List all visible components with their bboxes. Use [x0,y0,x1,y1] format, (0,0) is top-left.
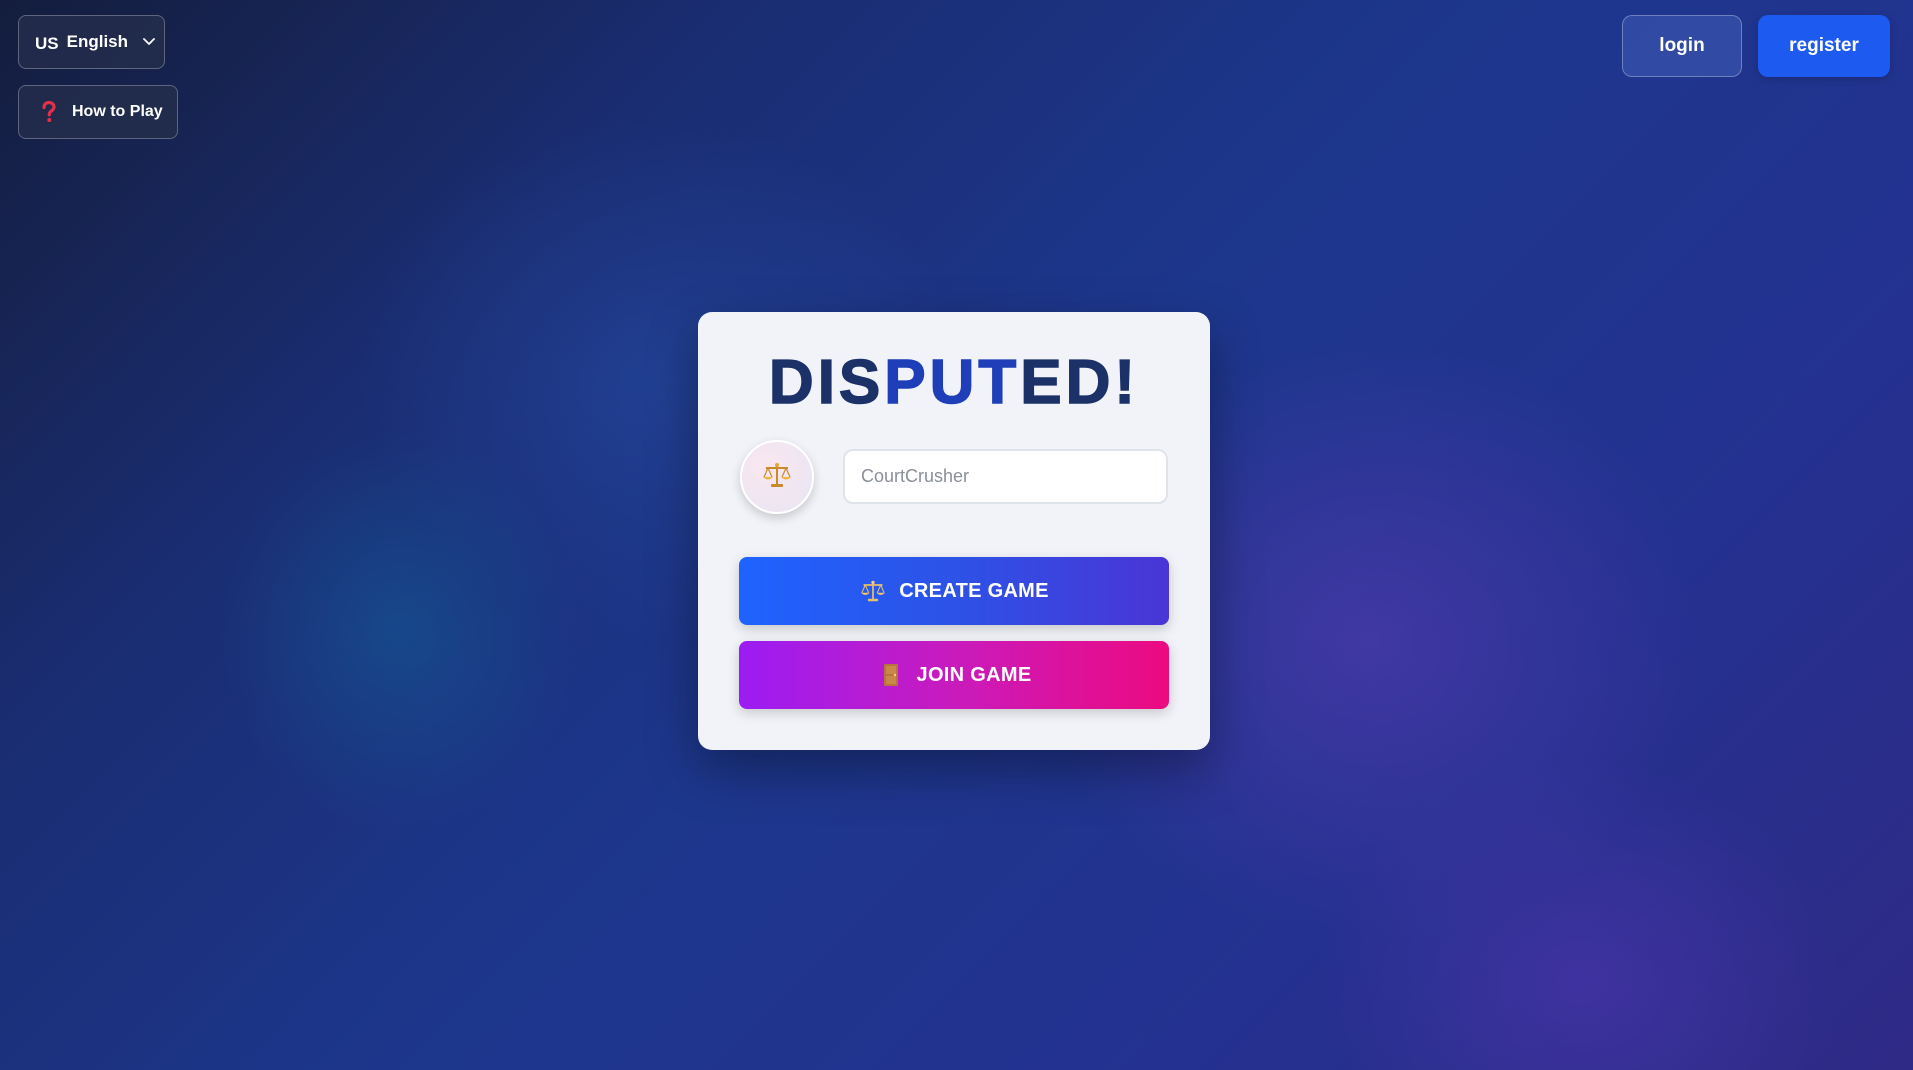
title-part-2: PUT [884,348,1021,417]
how-to-play-label: How to Play [72,103,163,120]
title-part-1: DIS [768,348,885,417]
title-part-3: ED! [1020,348,1140,417]
login-button[interactable]: login [1622,15,1742,77]
chevron-down-icon [142,35,156,49]
create-game-button[interactable]: CREATE GAME [739,557,1169,625]
scales-icon [859,577,887,605]
how-to-play-button[interactable]: How to Play [18,85,178,139]
create-game-label: CREATE GAME [899,579,1049,602]
avatar[interactable] [740,440,814,514]
player-name-input[interactable] [843,449,1168,504]
us-flag-icon: US [35,33,59,53]
language-selector[interactable]: US English [18,15,165,69]
scales-icon [762,461,792,494]
join-game-button[interactable]: JOIN GAME [739,641,1169,709]
question-mark-icon [39,101,59,123]
register-button[interactable]: register [1758,15,1890,77]
game-card: DISPUTED! CourtCrusher CREATE GAME JOIN … [698,312,1210,750]
game-title: DISPUTED! [698,351,1210,415]
door-icon [877,661,905,689]
language-label: English [66,32,129,51]
join-game-label: JOIN GAME [916,663,1032,686]
